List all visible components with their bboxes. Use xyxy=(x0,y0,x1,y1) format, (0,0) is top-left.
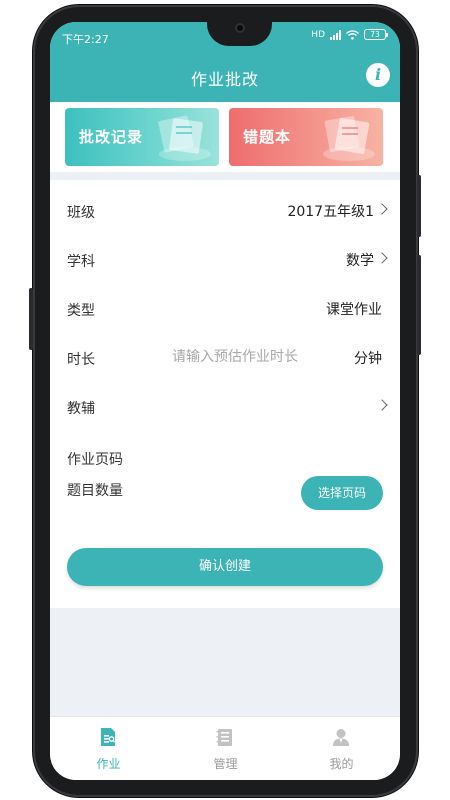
type-label: 类型 xyxy=(67,303,95,319)
subject-label: 学科 xyxy=(67,254,95,270)
notebook-icon xyxy=(323,115,375,161)
tab-profile-label: 我的 xyxy=(329,757,354,771)
status-icons: HD 73 xyxy=(311,29,388,40)
wifi-icon xyxy=(346,29,359,40)
grading-record-card[interactable]: 批改记录 xyxy=(65,108,219,166)
section-divider xyxy=(50,172,400,180)
profile-icon xyxy=(333,729,349,746)
tab-manage-label: 管理 xyxy=(213,757,238,771)
manage-icon xyxy=(216,729,232,746)
type-row[interactable]: 类型 课堂作业 xyxy=(50,285,400,334)
class-row[interactable]: 班级 2017五年级1 xyxy=(50,187,400,236)
camera-notch xyxy=(207,22,272,46)
class-label: 班级 xyxy=(67,205,95,221)
page-number-label: 作业页码 xyxy=(67,452,123,468)
tab-homework-label: 作业 xyxy=(96,757,121,771)
wrong-questions-label: 错题本 xyxy=(243,128,292,146)
camera-icon xyxy=(235,23,245,33)
homework-icon xyxy=(101,728,115,746)
header-bar: 下午2:27 HD 73 作业批改 i xyxy=(50,22,400,102)
subject-value: 数学 xyxy=(346,253,374,269)
chevron-right-icon xyxy=(376,252,388,264)
tab-homework[interactable]: 作业 xyxy=(50,717,167,780)
phone-side-button xyxy=(417,175,421,237)
app-screen: 下午2:27 HD 73 作业批改 i 批改记录 错题本 班级 2017五年级1… xyxy=(50,22,400,780)
chevron-right-icon xyxy=(376,399,388,411)
tutor-row[interactable]: 教辅 xyxy=(50,383,400,432)
chevron-right-icon xyxy=(376,203,388,215)
network-label: HD xyxy=(311,29,325,40)
question-count-label: 题目数量 xyxy=(67,483,123,499)
status-time: 下午2:27 xyxy=(62,33,109,46)
duration-row: 时长 分钟 xyxy=(50,334,400,383)
grading-record-label: 批改记录 xyxy=(79,128,144,146)
tutor-label: 教辅 xyxy=(67,401,95,417)
type-value: 课堂作业 xyxy=(326,302,382,318)
select-page-button[interactable]: 选择页码 xyxy=(301,476,383,510)
duration-label: 时长 xyxy=(67,352,95,368)
wrong-questions-card[interactable]: 错题本 xyxy=(229,108,383,166)
class-value: 2017五年级1 xyxy=(287,204,374,220)
duration-input[interactable] xyxy=(172,346,332,368)
phone-power-button xyxy=(417,255,421,355)
page-title: 作业批改 xyxy=(190,70,259,89)
tab-profile[interactable]: 我的 xyxy=(283,717,400,780)
battery-icon: 73 xyxy=(364,29,388,40)
signal-icon xyxy=(330,29,341,40)
tab-manage[interactable]: 管理 xyxy=(167,717,284,780)
subject-row[interactable]: 学科 数学 xyxy=(50,236,400,285)
phone-volume-button xyxy=(29,288,33,350)
document-stack-icon xyxy=(158,115,211,161)
bottom-tab-bar: 作业 管理 我的 xyxy=(50,716,400,780)
confirm-create-button[interactable]: 确认创建 xyxy=(67,548,383,586)
homework-form: 班级 2017五年级1 学科 数学 类型 课堂作业 时长 分钟 教辅 作业页码 … xyxy=(50,180,400,608)
duration-unit: 分钟 xyxy=(354,351,382,367)
info-icon[interactable]: i xyxy=(366,63,390,87)
